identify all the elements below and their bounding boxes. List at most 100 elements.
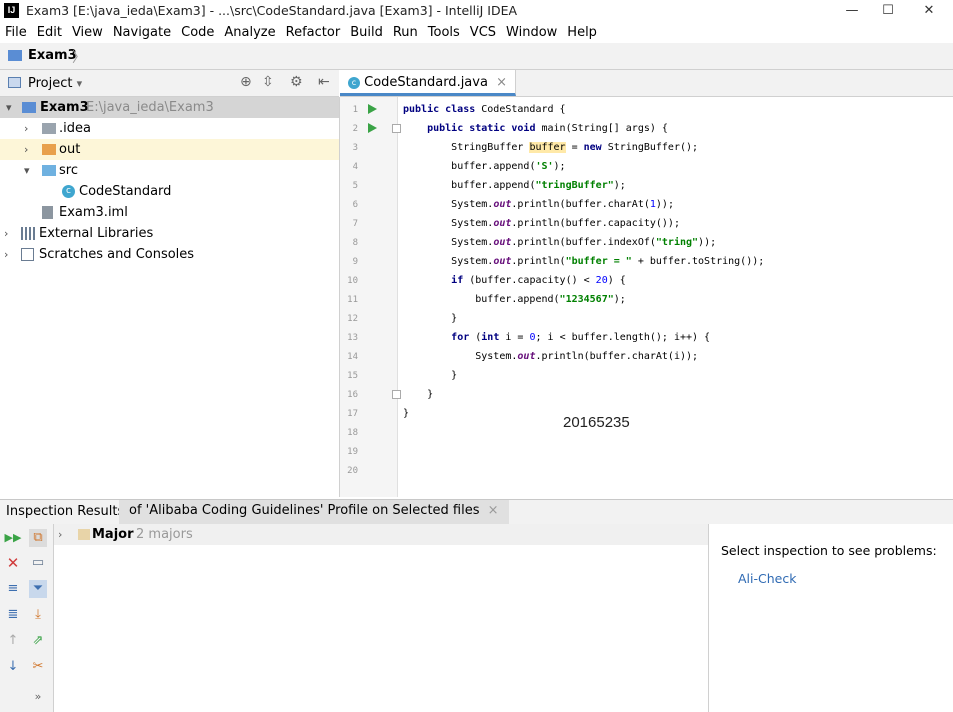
tree-item-label: Exam3	[40, 100, 89, 115]
menu-build[interactable]: Build	[345, 22, 388, 43]
code-token: 'S'	[535, 161, 554, 172]
collapsed-arrow-icon[interactable]: ›	[24, 118, 28, 139]
code-token: .println(buffer.indexOf(	[511, 237, 656, 248]
group-count: 2 majors	[136, 527, 193, 542]
window-title: Exam3 [E:\java_ieda\Exam3] - ...\src\Cod…	[26, 3, 518, 18]
tree-item-external-libraries[interactable]: › External Libraries	[0, 223, 339, 244]
tree-item-label: CodeStandard	[79, 184, 172, 199]
code-token: }	[427, 389, 434, 400]
code-token: System.	[451, 237, 494, 248]
inspection-details-panel: Select inspection to see problems: Ali-C…	[709, 524, 953, 712]
code-token: + buffer.toString());	[631, 256, 765, 267]
code-token: new	[583, 142, 602, 153]
menu-vcs[interactable]: VCS	[465, 22, 501, 43]
close-icon[interactable]: ✕	[4, 554, 22, 572]
collapsed-arrow-icon[interactable]: ›	[4, 223, 8, 244]
select-inspection-hint: Select inspection to see problems:	[721, 543, 937, 558]
breadcrumb-project[interactable]: Exam3	[28, 48, 77, 63]
collapse-all-icon[interactable]: ≣	[4, 606, 22, 624]
code-token: System.	[451, 199, 494, 210]
line-number: 16	[347, 390, 358, 400]
fold-toggle-icon[interactable]	[392, 124, 401, 133]
tree-item-exam3-iml[interactable]: Exam3.iml	[0, 202, 339, 223]
fold-toggle-icon[interactable]	[392, 390, 401, 399]
hide-panel-icon[interactable]: ⇤	[318, 74, 330, 90]
locate-target-icon[interactable]: ⊕	[240, 74, 252, 90]
group-by-severity-icon[interactable]: ⧉	[29, 529, 47, 547]
project-view-selector[interactable]: Project ▾	[28, 76, 82, 91]
ali-check-link[interactable]: Ali-Check	[738, 571, 796, 586]
filter-icon[interactable]: ⏷	[29, 580, 47, 598]
expand-arrow-icon[interactable]: ▾	[6, 97, 12, 118]
line-number: 20	[347, 466, 358, 476]
close-tab-icon[interactable]: ×	[496, 75, 507, 90]
code-token: "1234567"	[559, 294, 614, 305]
gear-icon[interactable]: ⚙	[290, 74, 303, 90]
line-number: 8	[352, 238, 358, 248]
code-token: }	[403, 408, 410, 419]
menu-edit[interactable]: Edit	[32, 22, 67, 43]
minimize-button[interactable]: —	[838, 1, 866, 21]
inspection-tab-label: of 'Alibaba Coding Guidelines' Profile o…	[129, 503, 480, 518]
export-icon[interactable]: ⤓	[29, 606, 47, 624]
rerun-icon[interactable]: ▶▶	[4, 529, 22, 547]
run-main-icon[interactable]	[368, 123, 377, 133]
arrow-down-icon[interactable]: ↓	[4, 658, 22, 676]
project-view-icon	[8, 77, 21, 88]
tree-item-out[interactable]: › out	[0, 139, 339, 160]
java-class-icon: c	[62, 185, 75, 198]
inspection-toolbar: ▶▶ ⧉ ✕ ▭ ≡ ⏷ ≣ ⤓ ↑ ⇗ ↓ ✂ »	[0, 524, 54, 712]
code-token: =	[565, 142, 584, 153]
menu-window[interactable]: Window	[501, 22, 562, 43]
line-number: 11	[347, 295, 358, 305]
close-tab-icon[interactable]: ×	[488, 503, 499, 518]
collapsed-arrow-icon[interactable]: ›	[24, 139, 28, 160]
menu-help[interactable]: Help	[562, 22, 602, 43]
folder-orange-icon	[42, 144, 56, 155]
code-token: .println(	[511, 256, 566, 267]
line-number: 13	[347, 333, 358, 343]
menu-tools[interactable]: Tools	[423, 22, 465, 43]
close-button[interactable]: ✕	[915, 1, 943, 21]
code-token: (buffer.capacity() <	[463, 275, 596, 286]
settings-wrench-icon[interactable]: ✂	[29, 658, 47, 676]
line-number: 19	[347, 447, 358, 457]
collapsed-arrow-icon[interactable]: ›	[4, 244, 8, 265]
menu-refactor[interactable]: Refactor	[281, 22, 346, 43]
open-source-icon[interactable]: ⇗	[29, 632, 47, 650]
tree-item-src[interactable]: ▾ src	[0, 160, 339, 181]
code-token: int	[481, 332, 500, 343]
menu-file[interactable]: File	[0, 22, 32, 43]
tree-item-exam3[interactable]: ▾ Exam3 E:\java_ieda\Exam3	[0, 97, 339, 118]
code-token: out	[493, 237, 512, 248]
group-label: Major	[92, 527, 134, 542]
expand-all-icon[interactable]: ≡	[4, 580, 22, 598]
code-token: out	[493, 218, 512, 229]
code-token: StringBuffer	[451, 142, 530, 153]
group-by-directory-icon[interactable]: ▭	[29, 554, 47, 572]
code-token: public class	[403, 104, 476, 115]
menu-view[interactable]: View	[67, 22, 108, 43]
code-token: "tring"	[655, 237, 699, 248]
tree-item-codestandard[interactable]: c CodeStandard	[0, 181, 339, 202]
expand-arrow-icon[interactable]: ▾	[24, 160, 30, 181]
maximize-button[interactable]: ☐	[874, 1, 902, 21]
run-class-icon[interactable]	[368, 104, 377, 114]
collapse-all-icon[interactable]: ⇳	[262, 74, 274, 90]
menu-run[interactable]: Run	[388, 22, 423, 43]
code-editor[interactable]: public class CodeStandard { public stati…	[398, 97, 953, 497]
menu-code[interactable]: Code	[176, 22, 219, 43]
line-number: 3	[352, 143, 358, 153]
menu-navigate[interactable]: Navigate	[108, 22, 176, 43]
code-token: (	[469, 332, 482, 343]
tree-item-scratches[interactable]: › Scratches and Consoles	[0, 244, 339, 265]
inspection-tab[interactable]: of 'Alibaba Coding Guidelines' Profile o…	[119, 500, 509, 524]
java-class-icon: c	[348, 76, 360, 89]
tree-item-idea[interactable]: › .idea	[0, 118, 339, 139]
editor-tab-codestandard[interactable]: c CodeStandard.java ×	[340, 70, 516, 96]
more-icon[interactable]: »	[29, 688, 47, 706]
menu-analyze[interactable]: Analyze	[219, 22, 280, 43]
inspection-group-major[interactable]: › Major 2 majors	[54, 524, 708, 545]
collapsed-arrow-icon[interactable]: ›	[58, 524, 62, 545]
arrow-up-icon[interactable]: ↑	[4, 632, 22, 650]
